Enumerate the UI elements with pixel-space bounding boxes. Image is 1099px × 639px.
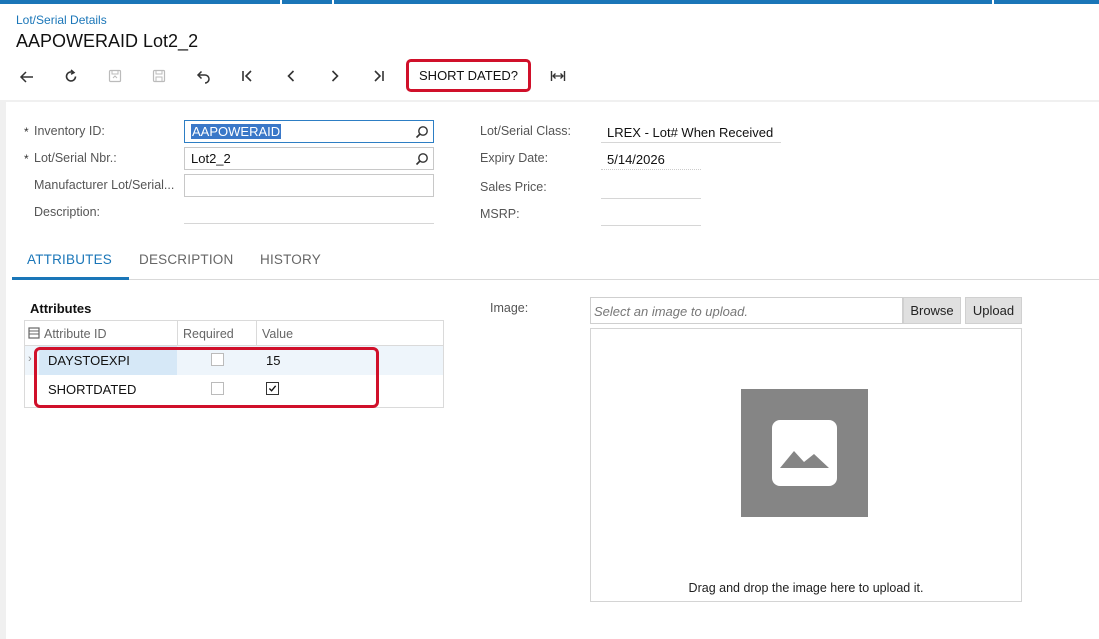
toolbar: SHORT DATED? <box>0 56 1099 92</box>
inventory-id-value: AAPOWERAID <box>191 124 282 139</box>
browse-button[interactable]: Browse <box>903 297 961 324</box>
sales-price-label: Sales Price: <box>480 180 547 194</box>
column-header-required[interactable]: Required <box>183 327 234 341</box>
lot-serial-nbr-label: Lot/Serial Nbr.: <box>34 151 117 165</box>
drop-zone-text: Drag and drop the image here to upload i… <box>688 581 924 595</box>
search-icon[interactable] <box>415 125 429 139</box>
previous-record-icon[interactable] <box>279 64 303 88</box>
attributes-section-title: Attributes <box>30 301 92 316</box>
expiry-date-label: Expiry Date: <box>480 151 549 165</box>
undo-icon[interactable] <box>191 64 215 88</box>
grid-header: Attribute ID Required Value <box>25 321 443 346</box>
image-upload-field[interactable]: Select an image to upload. <box>590 297 903 324</box>
lot-serial-nbr-field[interactable]: Lot2_2 <box>184 147 434 170</box>
lot-serial-nbr-value: Lot2_2 <box>191 151 231 166</box>
upload-button[interactable]: Upload <box>965 297 1022 324</box>
next-record-icon[interactable] <box>323 64 347 88</box>
page-header: Lot/Serial Details AAPOWERAID Lot2_2 SHO… <box>0 4 1099 100</box>
tab-bar: ATTRIBUTES DESCRIPTION HISTORY <box>12 240 1099 280</box>
image-label: Image: <box>490 301 529 315</box>
lot-serial-class-label: Lot/Serial Class: <box>480 124 572 138</box>
column-separator <box>177 321 178 346</box>
image-placeholder-icon <box>741 389 868 517</box>
image-drop-zone[interactable]: Drag and drop the image here to upload i… <box>590 328 1022 602</box>
msrp-label: MSRP: <box>480 207 520 221</box>
column-header-attribute-id[interactable]: Attribute ID <box>44 327 107 341</box>
short-dated-button[interactable]: SHORT DATED? <box>406 59 531 92</box>
row-selector-icon: › <box>28 353 32 365</box>
save-icon[interactable] <box>147 64 171 88</box>
main-content: * Inventory ID: AAPOWERAID * Lot/Serial … <box>6 102 1099 639</box>
tab-history[interactable]: HISTORY <box>260 252 321 267</box>
required-marker: * <box>24 125 29 139</box>
active-tab-indicator <box>12 277 129 280</box>
expiry-date-underline <box>601 169 701 170</box>
search-icon[interactable] <box>415 152 429 166</box>
save-close-icon[interactable] <box>103 64 127 88</box>
back-arrow-icon[interactable] <box>15 64 39 88</box>
tab-description[interactable]: DESCRIPTION <box>139 252 233 267</box>
attributes-highlight-box <box>34 347 379 408</box>
grid-settings-icon[interactable] <box>28 327 40 339</box>
manufacturer-lot-field[interactable] <box>184 174 434 197</box>
first-record-icon[interactable] <box>235 64 259 88</box>
inventory-id-field[interactable]: AAPOWERAID <box>184 120 434 143</box>
column-separator <box>256 321 257 346</box>
fit-width-icon[interactable] <box>546 64 570 88</box>
breadcrumb[interactable]: Lot/Serial Details <box>16 13 107 27</box>
tab-attributes[interactable]: ATTRIBUTES <box>27 252 112 267</box>
refresh-icon[interactable] <box>59 64 83 88</box>
sales-price-field <box>601 198 701 199</box>
inventory-id-label: Inventory ID: <box>34 124 105 138</box>
lot-serial-class-underline <box>601 142 781 143</box>
description-field[interactable] <box>184 223 434 224</box>
expiry-date-value: 5/14/2026 <box>607 152 665 167</box>
last-record-icon[interactable] <box>367 64 391 88</box>
msrp-field <box>601 225 701 226</box>
required-marker: * <box>24 152 29 166</box>
column-header-value[interactable]: Value <box>262 327 293 341</box>
manufacturer-lot-label: Manufacturer Lot/Serial... <box>34 178 175 192</box>
page-title: AAPOWERAID Lot2_2 <box>16 31 199 51</box>
lot-serial-class-value: LREX - Lot# When Received <box>607 125 774 140</box>
description-label: Description: <box>34 205 100 219</box>
